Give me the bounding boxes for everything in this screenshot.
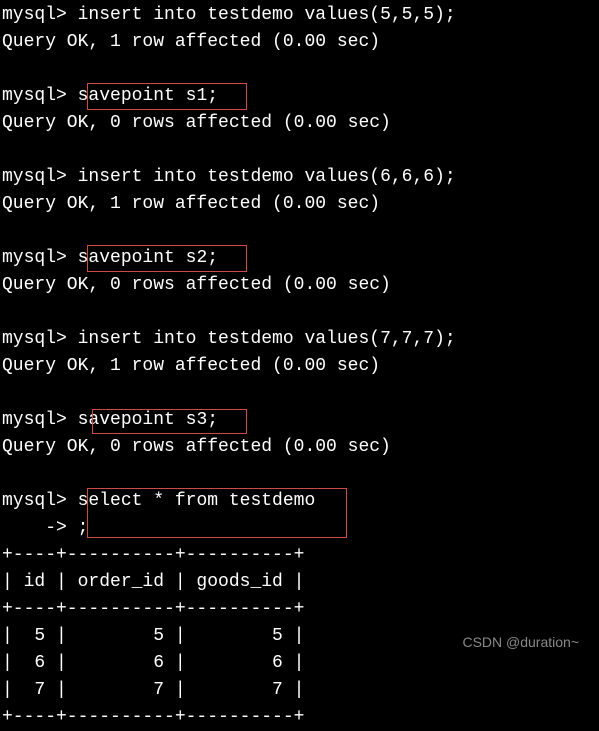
terminal-line: mysql> savepoint s1;: [2, 83, 599, 110]
prompt: mysql>: [2, 329, 78, 349]
prompt: mysql>: [2, 5, 78, 25]
query-result: Query OK, 1 row affected (0.00 sec): [2, 353, 599, 380]
prompt: mysql>: [2, 491, 78, 511]
query-result: Query OK, 0 rows affected (0.00 sec): [2, 434, 599, 461]
prompt: ->: [2, 518, 78, 538]
table-row: | 7 | 7 | 7 |: [2, 677, 599, 704]
table-row: | 6 | 6 | 6 |: [2, 650, 599, 677]
query-result: Query OK, 0 rows affected (0.00 sec): [2, 110, 599, 137]
terminal-line: [2, 56, 599, 83]
terminal-output: mysql> insert into testdemo values(5,5,5…: [2, 2, 599, 731]
sql-command: insert into testdemo values(7,7,7);: [78, 329, 456, 349]
table-row: +----+----------+----------+: [2, 596, 599, 623]
terminal-line: mysql> insert into testdemo values(5,5,5…: [2, 2, 599, 29]
terminal-line: mysql> savepoint s3;: [2, 407, 599, 434]
terminal-line: [2, 461, 599, 488]
terminal-line: mysql> savepoint s2;: [2, 245, 599, 272]
table-row: | id | order_id | goods_id |: [2, 569, 599, 596]
table-row: +----+----------+----------+: [2, 704, 599, 731]
prompt: mysql>: [2, 410, 78, 430]
sql-command: savepoint s1;: [78, 86, 218, 106]
query-result: Query OK, 1 row affected (0.00 sec): [2, 29, 599, 56]
terminal-line: [2, 137, 599, 164]
terminal-line: [2, 299, 599, 326]
sql-command: insert into testdemo values(5,5,5);: [78, 5, 456, 25]
watermark-text: CSDN @duration~: [462, 632, 579, 653]
prompt: mysql>: [2, 86, 78, 106]
terminal-line: -> ;: [2, 515, 599, 542]
prompt: mysql>: [2, 248, 78, 268]
prompt: mysql>: [2, 167, 78, 187]
sql-command: insert into testdemo values(6,6,6);: [78, 167, 456, 187]
terminal-line: [2, 218, 599, 245]
terminal-line: mysql> insert into testdemo values(7,7,7…: [2, 326, 599, 353]
terminal-line: mysql> insert into testdemo values(6,6,6…: [2, 164, 599, 191]
sql-command: savepoint s3;: [78, 410, 218, 430]
sql-command: savepoint s2;: [78, 248, 218, 268]
query-result: Query OK, 1 row affected (0.00 sec): [2, 191, 599, 218]
sql-command: select * from testdemo: [78, 491, 316, 511]
terminal-line: mysql> select * from testdemo: [2, 488, 599, 515]
query-result: Query OK, 0 rows affected (0.00 sec): [2, 272, 599, 299]
sql-command: ;: [78, 518, 89, 538]
terminal-line: [2, 380, 599, 407]
table-row: +----+----------+----------+: [2, 542, 599, 569]
